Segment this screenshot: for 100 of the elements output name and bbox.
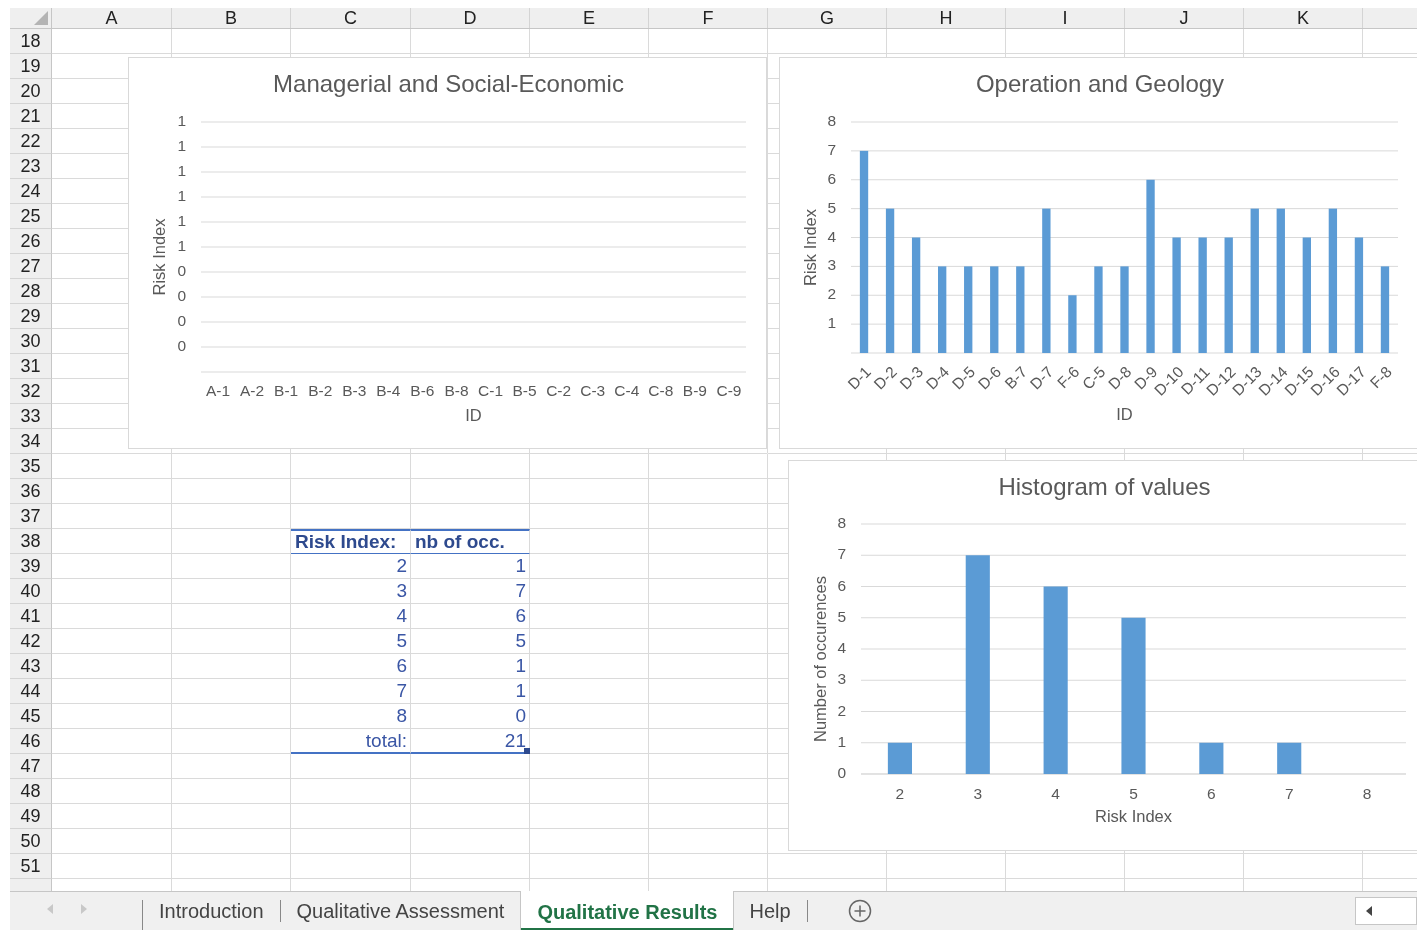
spreadsheet-cell[interactable] (530, 504, 649, 529)
spreadsheet-cell[interactable] (52, 729, 172, 754)
spreadsheet-cell[interactable] (649, 504, 768, 529)
row-header[interactable]: 23 (10, 154, 52, 179)
spreadsheet-cell[interactable] (530, 804, 649, 829)
row-header[interactable]: 18 (10, 29, 52, 54)
spreadsheet-cell[interactable] (887, 854, 1006, 879)
column-header[interactable]: K (1297, 8, 1309, 28)
spreadsheet-cell[interactable] (172, 754, 291, 779)
column-header[interactable]: D (463, 8, 477, 28)
spreadsheet-cell[interactable] (52, 854, 172, 879)
spreadsheet-cell[interactable] (291, 829, 411, 854)
spreadsheet-cell[interactable] (1125, 29, 1244, 54)
row-header[interactable]: 26 (10, 229, 52, 254)
spreadsheet-cell[interactable] (172, 29, 291, 54)
column-header[interactable]: G (820, 8, 834, 28)
row-header[interactable]: 41 (10, 604, 52, 629)
row-header[interactable]: 47 (10, 754, 52, 779)
spreadsheet-cell[interactable] (411, 854, 530, 879)
spreadsheet-cell[interactable] (649, 779, 768, 804)
spreadsheet-cell[interactable] (172, 779, 291, 804)
spreadsheet-cell[interactable] (52, 604, 172, 629)
spreadsheet-cell[interactable] (52, 629, 172, 654)
row-header[interactable]: 43 (10, 654, 52, 679)
row-header[interactable]: 38 (10, 529, 52, 554)
row-header[interactable]: 46 (10, 729, 52, 754)
row-header[interactable]: 30 (10, 329, 52, 354)
spreadsheet-cell[interactable] (52, 554, 172, 579)
column-header[interactable]: A (105, 8, 118, 28)
spreadsheet-cell[interactable] (172, 654, 291, 679)
spreadsheet-cell[interactable] (649, 679, 768, 704)
spreadsheet-cell[interactable] (172, 829, 291, 854)
row-header[interactable]: 32 (10, 379, 52, 404)
sheet-tab[interactable]: Introduction (143, 900, 281, 922)
spreadsheet-cell[interactable] (649, 829, 768, 854)
spreadsheet-cell[interactable] (411, 829, 530, 854)
row-header[interactable]: 19 (10, 54, 52, 79)
spreadsheet-cell[interactable] (768, 854, 887, 879)
select-all-icon[interactable] (34, 11, 48, 25)
spreadsheet-cell[interactable] (1125, 854, 1244, 879)
row-header[interactable]: 20 (10, 79, 52, 104)
row-header[interactable]: 36 (10, 479, 52, 504)
spreadsheet-cell[interactable] (649, 629, 768, 654)
spreadsheet-cell[interactable] (52, 754, 172, 779)
horizontal-scrollbar[interactable] (1355, 897, 1417, 925)
spreadsheet-cell[interactable] (649, 654, 768, 679)
spreadsheet-cell[interactable] (530, 29, 649, 54)
spreadsheet-cell[interactable] (649, 479, 768, 504)
row-header[interactable]: 27 (10, 254, 52, 279)
row-header[interactable]: 49 (10, 804, 52, 829)
spreadsheet-cell[interactable] (411, 779, 530, 804)
spreadsheet-cell[interactable] (52, 804, 172, 829)
column-header[interactable]: E (583, 8, 595, 28)
spreadsheet-cell[interactable] (649, 529, 768, 554)
spreadsheet-cell[interactable] (530, 704, 649, 729)
spreadsheet-cell[interactable] (52, 454, 172, 479)
row-header[interactable]: 28 (10, 279, 52, 304)
spreadsheet-cell[interactable] (172, 454, 291, 479)
spreadsheet-cell[interactable] (649, 804, 768, 829)
column-header[interactable]: H (939, 8, 953, 28)
spreadsheet-cell[interactable] (411, 804, 530, 829)
spreadsheet-cell[interactable] (530, 679, 649, 704)
column-header[interactable]: I (1062, 8, 1068, 28)
sheet-tab[interactable]: Help (733, 900, 808, 922)
column-header[interactable]: F (702, 8, 714, 28)
spreadsheet-cell[interactable] (291, 779, 411, 804)
row-header[interactable]: 40 (10, 579, 52, 604)
column-header[interactable]: C (344, 8, 357, 28)
spreadsheet-cell[interactable] (530, 629, 649, 654)
spreadsheet-cell[interactable] (52, 29, 172, 54)
row-header[interactable]: 34 (10, 429, 52, 454)
spreadsheet-cell[interactable] (530, 454, 649, 479)
spreadsheet-cell[interactable] (649, 604, 768, 629)
spreadsheet-cell[interactable] (172, 604, 291, 629)
spreadsheet-cell[interactable] (291, 479, 411, 504)
spreadsheet-cell[interactable] (530, 479, 649, 504)
spreadsheet-cell[interactable] (411, 454, 530, 479)
row-header[interactable]: 44 (10, 679, 52, 704)
spreadsheet-cell[interactable] (172, 679, 291, 704)
spreadsheet-cell[interactable] (649, 854, 768, 879)
row-header[interactable]: 22 (10, 129, 52, 154)
row-header[interactable]: 37 (10, 504, 52, 529)
spreadsheet-cell[interactable] (411, 504, 530, 529)
spreadsheet-cell[interactable] (52, 829, 172, 854)
spreadsheet-cell[interactable] (172, 704, 291, 729)
spreadsheet-cell[interactable] (52, 579, 172, 604)
spreadsheet-cell[interactable] (530, 729, 649, 754)
spreadsheet-cell[interactable] (52, 779, 172, 804)
spreadsheet-cell[interactable] (291, 804, 411, 829)
spreadsheet-cell[interactable] (172, 579, 291, 604)
add-sheet-icon[interactable] (847, 899, 872, 923)
row-header[interactable]: 48 (10, 779, 52, 804)
column-header[interactable]: J (1179, 8, 1189, 28)
spreadsheet-cell[interactable] (52, 654, 172, 679)
spreadsheet-cell[interactable] (1244, 29, 1363, 54)
row-header[interactable]: 35 (10, 454, 52, 479)
spreadsheet-cell[interactable] (52, 704, 172, 729)
spreadsheet-cell[interactable] (530, 829, 649, 854)
spreadsheet-cell[interactable] (530, 754, 649, 779)
spreadsheet-cell[interactable] (649, 704, 768, 729)
